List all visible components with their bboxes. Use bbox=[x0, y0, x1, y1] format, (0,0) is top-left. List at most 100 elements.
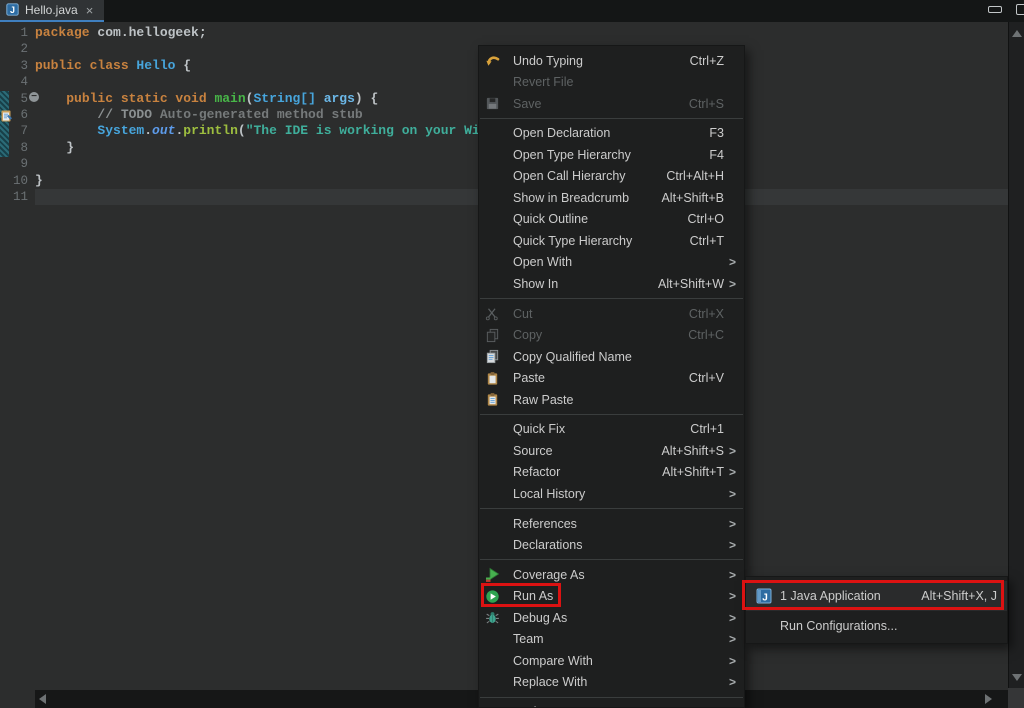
editor-context-menu: Undo Typing Ctrl+Z Revert FileSaveCtrl+S Op… bbox=[478, 45, 745, 708]
submenu-arrow-icon: > bbox=[724, 632, 736, 646]
submenu-arrow-icon: > bbox=[724, 487, 736, 501]
menu-item-label: Refactor bbox=[513, 465, 560, 479]
menu-item-show-in[interactable]: Show InAlt+Shift+W> bbox=[479, 273, 744, 295]
submenu-arrow-icon: > bbox=[724, 589, 736, 603]
scroll-left-icon[interactable] bbox=[39, 694, 46, 704]
menu-item-declarations[interactable]: Declarations> bbox=[479, 534, 744, 556]
submenu-arrow-icon: > bbox=[724, 465, 736, 479]
save-icon bbox=[485, 96, 509, 112]
tab-title: Hello.java bbox=[25, 3, 78, 17]
line-number-2: 2 bbox=[0, 41, 28, 57]
line-number-8: 8 bbox=[0, 140, 28, 156]
menu-item-shortcut: Alt+Shift+B bbox=[661, 191, 724, 205]
scrollbar-corner bbox=[1008, 688, 1024, 708]
paste-icon bbox=[485, 370, 509, 386]
menu-item-undo-typing[interactable]: Undo Typing Ctrl+Z bbox=[479, 50, 744, 72]
tab-close-icon[interactable]: × bbox=[86, 4, 94, 17]
no-icon bbox=[485, 125, 509, 141]
menu-item-label: Quick Outline bbox=[513, 212, 588, 226]
debug-icon bbox=[485, 610, 509, 626]
menu-item-shortcut: Ctrl+O bbox=[688, 212, 724, 226]
copy-qualified-icon bbox=[485, 349, 509, 365]
submenu-item-run-configurations[interactable]: Run Configurations... bbox=[746, 611, 1007, 641]
submenu-arrow-icon: > bbox=[724, 277, 736, 291]
menu-item-references[interactable]: References> bbox=[479, 513, 744, 535]
menu-item-raw-paste[interactable]: Raw Paste bbox=[479, 389, 744, 411]
no-icon bbox=[485, 190, 509, 206]
menu-item-label: Undo Typing bbox=[513, 54, 583, 68]
no-icon bbox=[485, 168, 509, 184]
menu-item-local-history[interactable]: Local History> bbox=[479, 483, 744, 505]
menu-item-quick-type-hierarchy[interactable]: Quick Type HierarchyCtrl+T bbox=[479, 230, 744, 252]
no-icon bbox=[485, 74, 509, 90]
vertical-scrollbar[interactable] bbox=[1008, 22, 1024, 688]
java-file-icon: J bbox=[6, 3, 20, 17]
menu-item-compare-with[interactable]: Compare With > bbox=[479, 650, 744, 672]
code-line-1[interactable]: package com.hellogeek; bbox=[35, 25, 1008, 41]
menu-separator bbox=[480, 298, 743, 299]
menu-item-open-type-hierarchy[interactable]: Open Type HierarchyF4 bbox=[479, 144, 744, 166]
no-icon bbox=[485, 516, 509, 532]
no-icon bbox=[485, 147, 509, 163]
scroll-down-icon[interactable] bbox=[1012, 674, 1022, 681]
menu-item-label: Show in Breadcrumb bbox=[513, 191, 629, 205]
menu-item-shortcut: Alt+Shift+W bbox=[658, 277, 724, 291]
menu-item-open-declaration[interactable]: Open DeclarationF3 bbox=[479, 123, 744, 145]
menu-item-shortcut: Ctrl+Alt+H bbox=[666, 169, 724, 183]
no-icon bbox=[485, 704, 509, 708]
menu-item-debug-as[interactable]: Debug As > bbox=[479, 607, 744, 629]
submenu-item-label: Run Configurations... bbox=[780, 619, 897, 633]
menu-item-quick-outline[interactable]: Quick Outline Ctrl+O bbox=[479, 209, 744, 231]
menu-item-shortcut: Ctrl+Z bbox=[690, 54, 724, 68]
menu-item-refactor[interactable]: RefactorAlt+Shift+T> bbox=[479, 462, 744, 484]
no-icon bbox=[485, 631, 509, 647]
menu-item-paste[interactable]: PasteCtrl+V bbox=[479, 367, 744, 389]
menu-item-quick-fix[interactable]: Quick FixCtrl+1 bbox=[479, 419, 744, 441]
no-icon bbox=[756, 618, 780, 634]
menu-separator bbox=[480, 414, 743, 415]
line-number-9: 9 bbox=[0, 156, 28, 172]
undo-icon bbox=[485, 53, 509, 69]
menu-item-open-call-hierarchy[interactable]: Open Call HierarchyCtrl+Alt+H bbox=[479, 166, 744, 188]
no-icon bbox=[485, 254, 509, 270]
submenu-arrow-icon: > bbox=[724, 517, 736, 531]
scroll-right-icon[interactable] bbox=[985, 694, 992, 704]
minimize-icon[interactable] bbox=[988, 6, 1002, 13]
menu-item-save: SaveCtrl+S bbox=[479, 93, 744, 115]
copy-icon bbox=[485, 327, 509, 343]
maximize-icon[interactable] bbox=[1016, 4, 1024, 15]
submenu-arrow-icon: > bbox=[724, 444, 736, 458]
menu-item-revert-file: Revert File bbox=[479, 72, 744, 94]
tab-hello-java[interactable]: J Hello.java × bbox=[0, 0, 104, 22]
menu-item-label: Debug As bbox=[513, 611, 567, 625]
submenu-arrow-icon: > bbox=[724, 568, 736, 582]
menu-item-show-in-breadcrumb[interactable]: Show in Breadcrumb Alt+Shift+B bbox=[479, 187, 744, 209]
menu-item-label: Compare With bbox=[513, 654, 593, 668]
menu-item-label: Copy bbox=[513, 328, 542, 342]
menu-item-label: Declarations bbox=[513, 538, 582, 552]
menu-item-source[interactable]: SourceAlt+Shift+S> bbox=[479, 440, 744, 462]
raw-paste-icon bbox=[485, 392, 509, 408]
menu-item-open-with[interactable]: Open With> bbox=[479, 252, 744, 274]
menu-item-shortcut: F3 bbox=[709, 126, 724, 140]
submenu-arrow-icon: > bbox=[724, 611, 736, 625]
menu-separator bbox=[480, 559, 743, 560]
menu-item-preferences[interactable]: Preferences... bbox=[479, 701, 744, 708]
submenu-arrow-icon: > bbox=[724, 654, 736, 668]
eclipse-window: J Hello.java × 1234567891011 package com… bbox=[0, 0, 1024, 708]
menu-item-label: Replace With bbox=[513, 675, 587, 689]
annotation-box-run-as bbox=[481, 583, 561, 607]
menu-item-cut: CutCtrl+X bbox=[479, 303, 744, 325]
menu-item-shortcut: Ctrl+V bbox=[689, 371, 724, 385]
fold-marker-icon[interactable]: − bbox=[29, 92, 39, 102]
menu-item-replace-with[interactable]: Replace With> bbox=[479, 671, 744, 693]
scroll-up-icon[interactable] bbox=[1012, 30, 1022, 37]
menu-item-team[interactable]: Team> bbox=[479, 628, 744, 650]
line-number-7: 7 bbox=[0, 123, 28, 139]
no-icon bbox=[485, 233, 509, 249]
annotation-box-java-application bbox=[742, 580, 1004, 610]
menu-separator bbox=[480, 508, 743, 509]
no-icon bbox=[485, 653, 509, 669]
menu-item-label: Cut bbox=[513, 307, 532, 321]
menu-item-copy-qualified-name[interactable]: Copy Qualified Name bbox=[479, 346, 744, 368]
